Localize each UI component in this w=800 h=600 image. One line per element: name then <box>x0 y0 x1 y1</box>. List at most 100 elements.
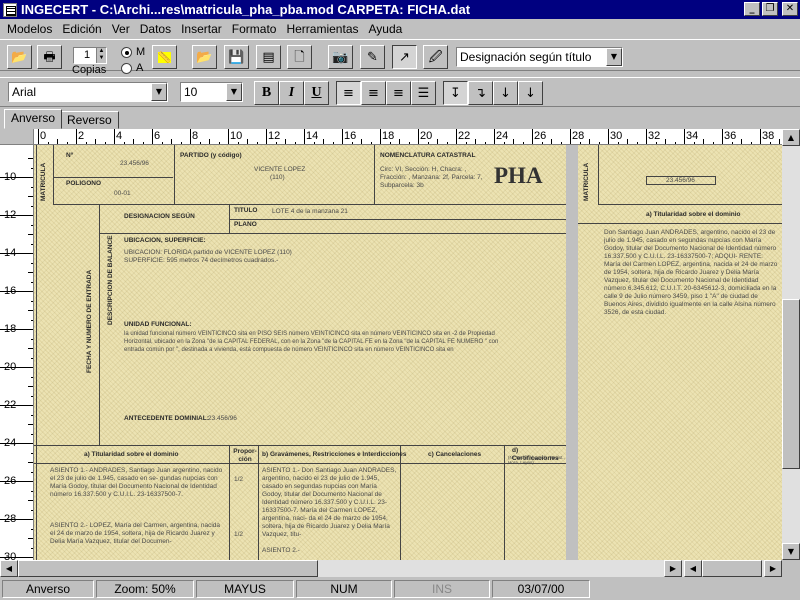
valign-top-icon[interactable]: ↧ <box>443 81 468 105</box>
unidad-line[interactable]: entrada común por ", destinada a viviend… <box>124 346 454 354</box>
ubicacion-line[interactable]: UBICACION: FLORIDA partido de VICENTE LO… <box>124 249 292 257</box>
open-file-icon[interactable]: 📂 <box>192 45 217 69</box>
close-icon[interactable]: ✕ <box>782 2 798 16</box>
align-right-icon[interactable]: ≡ <box>361 81 386 105</box>
form-page-front[interactable]: MATRICULA Nº 23.456/96 POLIGONO 00-01 PA… <box>34 145 566 560</box>
menu-ayuda[interactable]: Ayuda <box>364 22 408 36</box>
radio-a-button[interactable] <box>121 62 132 74</box>
poligono-value[interactable]: 00-01 <box>114 190 131 198</box>
chevron-down-icon[interactable]: ▼ <box>226 83 242 101</box>
tab-anverso[interactable]: Anverso <box>4 109 63 129</box>
antecedente-value[interactable]: 23.456/96 <box>208 415 237 423</box>
asiento-2-titularidad[interactable]: ASIENTO 2.- LOPEZ, María del Carmen, arg… <box>50 522 226 546</box>
ruler-tick <box>0 177 33 178</box>
minimize-icon[interactable]: _ <box>744 2 760 16</box>
field-selector[interactable]: Designación según título ▼ <box>456 47 623 67</box>
horizontal-scrollbar-right[interactable]: ◀ ▶ <box>682 560 782 577</box>
stepper-arrows-icon[interactable]: ▲ ▼ <box>96 48 106 63</box>
align-justify-icon[interactable]: ☰ <box>411 81 436 105</box>
col-cancelaciones-header: c) Cancelaciones <box>428 451 482 458</box>
frame-line <box>53 177 173 178</box>
vertical-scroll-thumb[interactable] <box>782 299 800 469</box>
ruler-tick <box>532 129 533 144</box>
frame-line <box>578 223 782 224</box>
zoom-tool-icon[interactable]: ↗ <box>392 45 417 69</box>
scroll-right-icon[interactable]: ▶ <box>664 560 682 577</box>
open-folder-icon[interactable]: 📂 <box>7 45 32 69</box>
align-center-icon[interactable]: ≡ <box>386 81 411 105</box>
asiento-2-gravamenes[interactable]: ASIENTO 2.- <box>262 547 300 555</box>
copies-stepper[interactable]: 1 ▲ ▼ <box>73 47 107 64</box>
partido-value[interactable]: VICENTE LOPEZ <box>254 166 305 174</box>
menu-formato[interactable]: Formato <box>227 22 282 36</box>
nomenclatura-line[interactable]: Circ: VI, Sección: H, Chacra: , <box>380 166 466 174</box>
new-page-icon[interactable]: 🗋 <box>287 45 312 69</box>
page2-number[interactable]: 23.456/96 <box>666 177 695 185</box>
menu-ver[interactable]: Ver <box>107 22 135 36</box>
scroll-left-icon[interactable]: ◀ <box>0 560 18 577</box>
tab-reverso[interactable]: Reverso <box>60 111 119 129</box>
scroll-down-icon[interactable]: ▼ <box>782 543 800 560</box>
col-gravamenes-header: b) Gravámenes, Restricciones e Interdicc… <box>262 451 407 458</box>
proporcion-2[interactable]: 1/2 <box>234 531 243 539</box>
camera-icon[interactable]: 📷 <box>328 45 353 69</box>
asiento-1-gravamenes[interactable]: ASIENTO 1.- Don Santiago Juan ANDRADES, … <box>262 467 398 539</box>
valign-bottom-icon[interactable]: ↓ <box>493 81 518 105</box>
status-view: Anverso <box>2 580 94 598</box>
horizontal-scrollbar-left[interactable]: ◀ ▶ <box>0 560 682 577</box>
font-family-select[interactable]: Arial ▼ <box>8 82 168 102</box>
chevron-down-icon[interactable]: ▼ <box>151 83 167 101</box>
radio-a[interactable]: A <box>121 62 143 74</box>
horizontal-scroll-thumb[interactable] <box>18 560 318 577</box>
asiento-1-titularidad[interactable]: ASIENTO 1.- ANDRADES, Santiago Juan arge… <box>50 467 226 499</box>
ruler-h-label: 38 <box>762 130 775 142</box>
image-edit-icon[interactable]: 🖉 <box>423 45 448 69</box>
superficie-line[interactable]: SUPERFICIE: 595 metros 74 decímetros cua… <box>124 257 278 265</box>
ruler-tick <box>76 129 77 144</box>
scroll-left-icon[interactable]: ◀ <box>684 560 702 577</box>
partido-code[interactable]: (110) <box>270 174 285 182</box>
underline-button[interactable]: U <box>304 81 329 105</box>
menu-edicion[interactable]: Edición <box>57 22 106 36</box>
italic-button[interactable]: I <box>279 81 304 105</box>
nomenclatura-line[interactable]: Subparcela: 3b <box>380 182 424 190</box>
unidad-line[interactable]: Horizontal, ubicado en la Zona "de la CA… <box>124 338 498 346</box>
valign-middle-icon[interactable]: ↴ <box>468 81 493 105</box>
printer-icon[interactable]: 🖶 <box>37 45 62 69</box>
valign-justify-icon[interactable]: ↓ <box>518 81 543 105</box>
titulo-value[interactable]: LOTE 4 de la manzana 21 <box>272 208 348 216</box>
status-bar: Anverso Zoom: 50% MAYUS NUM INS 03/07/00 <box>0 578 800 600</box>
pha-label: PHA <box>494 163 543 188</box>
menu-insertar[interactable]: Insertar <box>176 22 227 36</box>
document-canvas[interactable]: MATRICULA Nº 23.456/96 POLIGONO 00-01 PA… <box>34 145 782 560</box>
restore-icon[interactable]: ❐ <box>762 2 778 16</box>
radio-m-button[interactable] <box>121 46 132 58</box>
proporcion-1[interactable]: 1/2 <box>234 476 243 484</box>
unidad-line[interactable]: la unidad funcional número VEINTICINCO s… <box>124 330 495 338</box>
horizontal-scroll-thumb[interactable] <box>702 560 762 577</box>
frame-line <box>174 145 175 205</box>
menu-datos[interactable]: Datos <box>135 22 176 36</box>
scroll-up-icon[interactable]: ▲ <box>782 129 800 146</box>
ruler-tool-icon[interactable]: 📏 <box>152 45 177 69</box>
radio-m[interactable]: M <box>121 46 145 58</box>
align-left-icon[interactable]: ≡ <box>336 81 361 105</box>
font-size-select[interactable]: 10 ▼ <box>180 82 243 102</box>
bold-button[interactable]: B <box>254 81 279 105</box>
menu-modelos[interactable]: Modelos <box>2 22 57 36</box>
save-icon[interactable]: 💾 <box>224 45 249 69</box>
vertical-scrollbar[interactable]: ▲ ▼ <box>782 129 800 560</box>
ruler-tick <box>0 215 33 216</box>
edit-folder-icon[interactable]: ✎ <box>360 45 385 69</box>
menu-herramientas[interactable]: Herramientas <box>281 22 363 36</box>
numero-value[interactable]: 23.456/96 <box>120 160 149 168</box>
page2-titularidad-text[interactable]: Don Santiago Juan ANDRADES, argentino, n… <box>604 229 780 317</box>
form-page-continuation[interactable]: MATRICULA 23.456/96 a) Titularidad sobre… <box>578 145 782 560</box>
ruler-tick <box>266 129 267 144</box>
frame-line <box>258 445 259 560</box>
scroll-right-icon[interactable]: ▶ <box>764 560 782 577</box>
nomenclatura-line[interactable]: Fracción: , Manzana: 2f, Parcela: 7, <box>380 174 483 182</box>
table-icon[interactable]: ▤ <box>256 45 281 69</box>
app-icon[interactable] <box>3 2 17 17</box>
chevron-down-icon[interactable]: ▼ <box>606 48 622 66</box>
